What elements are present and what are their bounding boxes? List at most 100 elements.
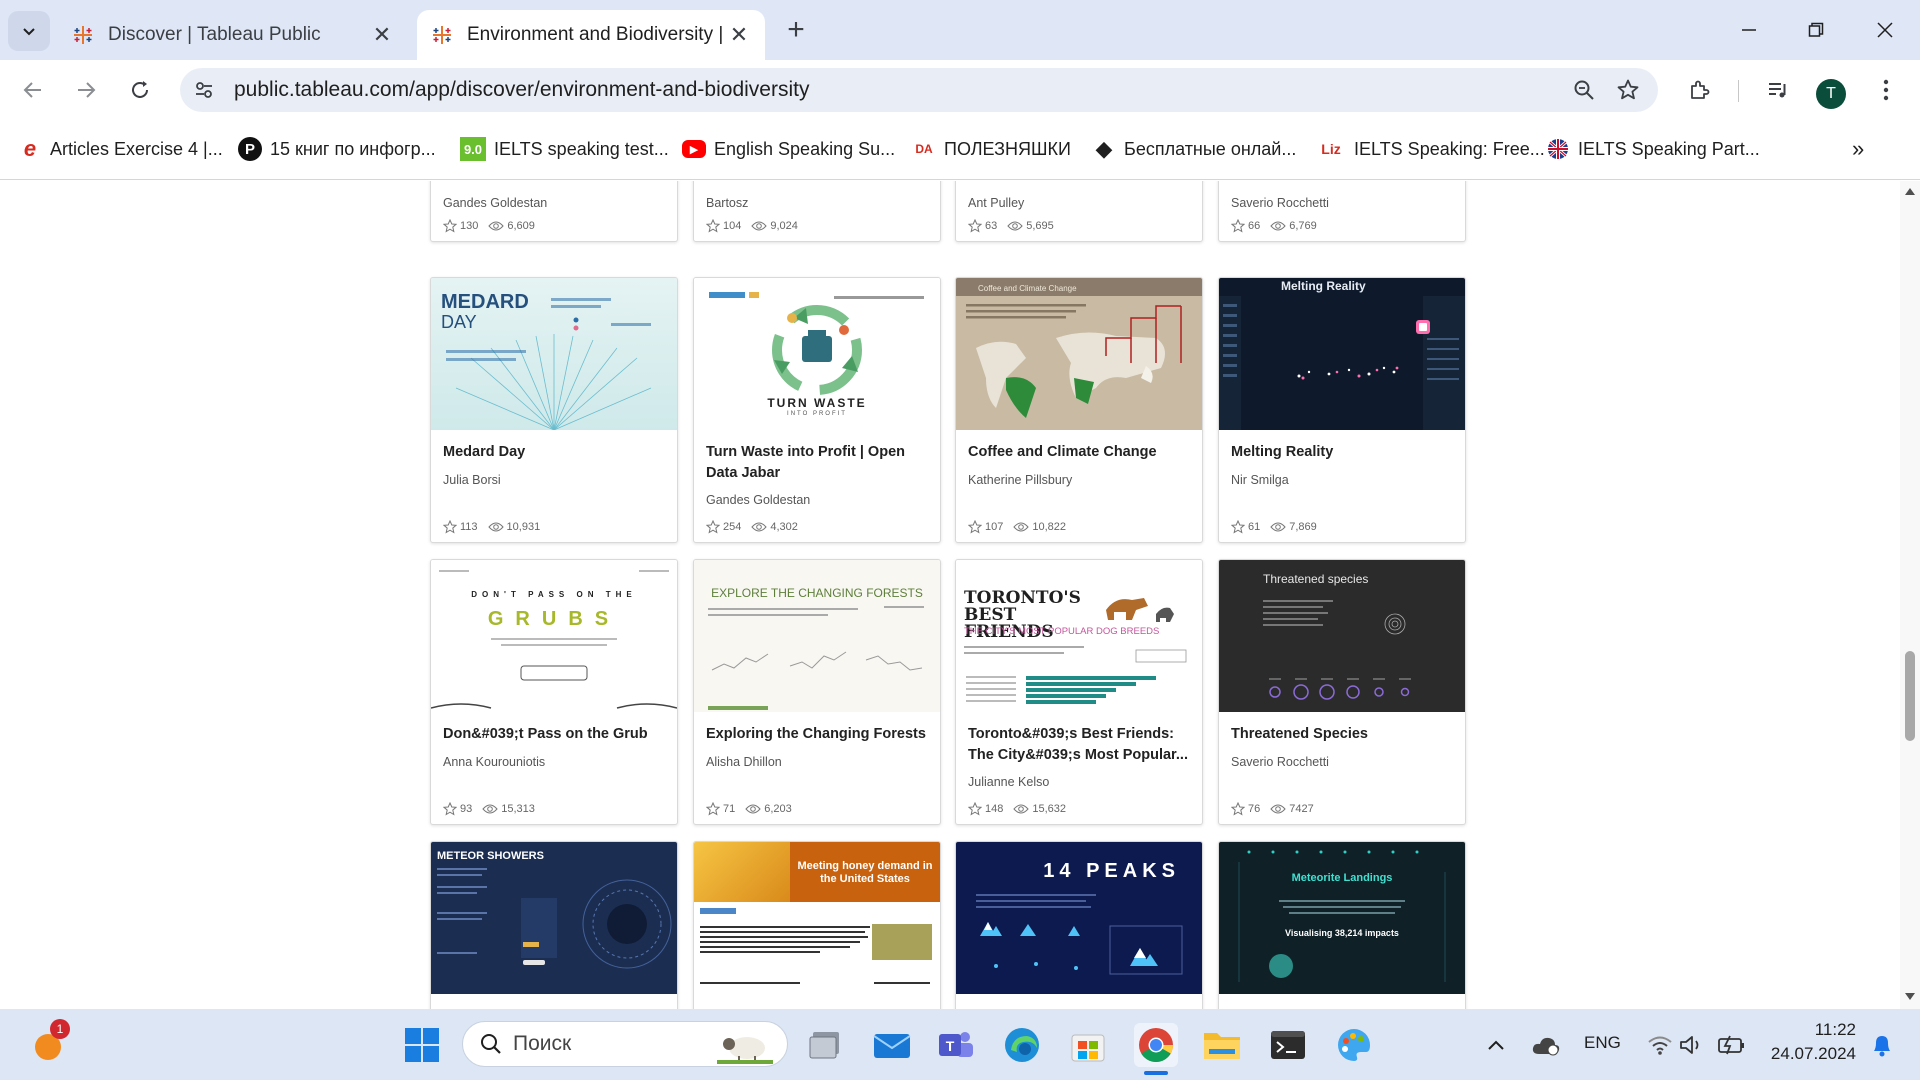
clock-time[interactable]: 11:22 <box>1786 1020 1856 1040</box>
star-icon[interactable] <box>1231 802 1245 816</box>
card-title[interactable]: Toronto&#039;s Best Friends: The City&#0… <box>968 724 1190 766</box>
notifications-button[interactable] <box>1860 1023 1904 1067</box>
viz-thumbnail[interactable]: TURN WASTE INTO PROFIT <box>694 278 940 430</box>
star-icon[interactable] <box>706 520 720 534</box>
teams-app-button[interactable]: T <box>934 1023 978 1067</box>
card-title[interactable]: Don&#039;t Pass on the Grub <box>443 724 665 745</box>
close-window-button[interactable] <box>1862 10 1908 50</box>
card-author[interactable]: Julianne Kelso <box>968 775 1049 789</box>
chrome-app-button[interactable] <box>1134 1023 1178 1075</box>
terminal-app-button[interactable] <box>1266 1023 1310 1067</box>
bookmark-item[interactable]: ◆ Бесплатные онлай... <box>1092 134 1297 164</box>
star-icon[interactable] <box>968 520 982 534</box>
viz-thumbnail[interactable]: METEOR SHOWERS <box>431 842 677 994</box>
star-icon[interactable] <box>706 802 720 816</box>
star-icon[interactable] <box>1231 520 1245 534</box>
viz-card-14-peaks[interactable]: 14 PEAKS <box>955 841 1203 1009</box>
bookmark-item[interactable]: e Articles Exercise 4 |... <box>18 134 223 164</box>
viz-card-coffee-climate[interactable]: Coffee and Climate Change Coffee and Cli… <box>955 277 1203 543</box>
card-author[interactable]: Nir Smilga <box>1231 473 1289 487</box>
bookmarks-overflow-button[interactable]: » <box>1852 134 1864 164</box>
taskbar-search[interactable]: Поиск <box>462 1021 788 1067</box>
star-icon[interactable] <box>443 219 457 233</box>
forward-button[interactable] <box>66 70 106 110</box>
extensions-button[interactable] <box>1680 70 1720 110</box>
card-author[interactable]: Julia Borsi <box>443 473 501 487</box>
bookmark-item[interactable]: Liz IELTS Speaking: Free... <box>1316 134 1545 164</box>
bookmark-item[interactable]: IELTS Speaking Part... <box>1546 134 1760 164</box>
bookmark-item[interactable]: DA ПОЛЕЗНЯШКИ <box>912 134 1071 164</box>
task-view-button[interactable] <box>804 1023 848 1067</box>
zoom-icon[interactable] <box>1562 68 1606 112</box>
viz-card-medard-day[interactable]: MEDARD DAY Medard Day Julia Borsi 113 10… <box>430 277 678 543</box>
card-author[interactable]: Bartosz <box>706 196 748 210</box>
tab-search-button[interactable] <box>8 11 50 51</box>
page-scrollbar[interactable] <box>1900 181 1920 1009</box>
viz-thumbnail[interactable]: 14 PEAKS <box>956 842 1202 994</box>
close-icon[interactable]: ✕ <box>727 22 751 47</box>
viz-card-melting-reality[interactable]: Melting Reality Melting Reality Nir Smil… <box>1218 277 1466 543</box>
card-title[interactable]: Medard Day <box>443 442 665 463</box>
tab-environment-biodiversity[interactable]: Environment and Biodiversity | T ✕ <box>417 10 765 60</box>
card-title[interactable]: Exploring the Changing Forests <box>706 724 928 745</box>
viz-thumbnail[interactable]: Melting Reality <box>1219 278 1465 430</box>
viz-card[interactable]: Gandes Goldestan 130 6,609 <box>430 181 678 242</box>
viz-card-changing-forests[interactable]: EXPLORE THE CHANGING FORESTS Exploring t… <box>693 559 941 825</box>
viz-thumbnail[interactable]: Meeting honey demand in the United State… <box>694 842 940 994</box>
close-icon[interactable]: ✕ <box>370 22 394 47</box>
star-icon[interactable] <box>443 520 457 534</box>
new-tab-button[interactable]: + <box>780 13 812 46</box>
viz-thumbnail[interactable]: DON'T PASS ON THE GRUBS <box>431 560 677 712</box>
weather-widget[interactable]: 1 <box>26 1019 70 1067</box>
card-title[interactable]: Coffee and Climate Change <box>968 442 1190 463</box>
site-info-icon[interactable] <box>184 70 224 110</box>
restore-button[interactable] <box>1793 10 1839 50</box>
onedrive-button[interactable] <box>1524 1023 1568 1067</box>
bookmark-item[interactable]: ▶ English Speaking Su... <box>682 134 895 164</box>
scroll-thumb[interactable] <box>1905 651 1915 741</box>
tray-overflow-button[interactable] <box>1474 1023 1518 1067</box>
back-button[interactable] <box>13 70 53 110</box>
star-icon[interactable] <box>1231 219 1245 233</box>
store-app-button[interactable] <box>1066 1023 1110 1067</box>
scroll-up-arrow-icon[interactable] <box>1905 187 1915 195</box>
reload-button[interactable] <box>120 70 160 110</box>
card-title[interactable]: Melting Reality <box>1231 442 1453 463</box>
viz-card[interactable]: Ant Pulley 63 5,695 <box>955 181 1203 242</box>
bookmark-item[interactable]: 9.0 IELTS speaking test... <box>460 134 669 164</box>
viz-thumbnail[interactable]: Coffee and Climate Change <box>956 278 1202 430</box>
card-title[interactable]: Threatened Species <box>1231 724 1453 745</box>
clock-date[interactable]: 24.07.2024 <box>1766 1044 1856 1064</box>
star-icon[interactable] <box>968 219 982 233</box>
viz-card-toronto-dogs[interactable]: TORONTO'S BEST FRIENDS THE CITY'S MOST P… <box>955 559 1203 825</box>
card-author[interactable]: Saverio Rocchetti <box>1231 196 1329 210</box>
mail-app-button[interactable] <box>870 1023 914 1067</box>
card-author[interactable]: Ant Pulley <box>968 196 1024 210</box>
viz-thumbnail[interactable]: Threatened species <box>1219 560 1465 712</box>
address-bar[interactable]: public.tableau.com/app/discover/environm… <box>180 68 1658 112</box>
star-icon[interactable] <box>443 802 457 816</box>
edge-app-button[interactable] <box>1000 1023 1044 1067</box>
card-author[interactable]: Saverio Rocchetti <box>1231 755 1329 769</box>
viz-thumbnail[interactable]: TORONTO'S BEST FRIENDS THE CITY'S MOST P… <box>956 560 1202 712</box>
card-author[interactable]: Anna Kourouniotis <box>443 755 545 769</box>
card-title[interactable]: Turn Waste into Profit | Open Data Jabar <box>706 442 928 484</box>
card-author[interactable]: Gandes Goldestan <box>443 196 547 210</box>
star-icon[interactable] <box>706 219 720 233</box>
bookmark-item[interactable]: P 15 книг по инфогр... <box>238 134 436 164</box>
viz-card-honey-demand[interactable]: Meeting honey demand in the United State… <box>693 841 941 1009</box>
viz-thumbnail[interactable]: EXPLORE THE CHANGING FORESTS <box>694 560 940 712</box>
volume-button[interactable] <box>1670 1023 1714 1067</box>
paint-app-button[interactable] <box>1332 1023 1376 1067</box>
viz-card-threatened-species[interactable]: Threatened species Threatened Species Sa… <box>1218 559 1466 825</box>
card-author[interactable]: Alisha Dhillon <box>706 755 782 769</box>
star-icon[interactable] <box>968 802 982 816</box>
language-indicator[interactable]: ENG <box>1584 1033 1621 1053</box>
viz-card[interactable]: Bartosz 104 9,024 <box>693 181 941 242</box>
battery-button[interactable] <box>1710 1023 1754 1067</box>
viz-card-meteor-showers[interactable]: METEOR SHOWERS <box>430 841 678 1009</box>
profile-avatar[interactable]: T <box>1816 79 1846 109</box>
file-explorer-button[interactable] <box>1200 1023 1244 1067</box>
start-button[interactable] <box>400 1023 444 1067</box>
viz-thumbnail[interactable]: Meteorite Landings Visualising 38,214 im… <box>1219 842 1465 994</box>
